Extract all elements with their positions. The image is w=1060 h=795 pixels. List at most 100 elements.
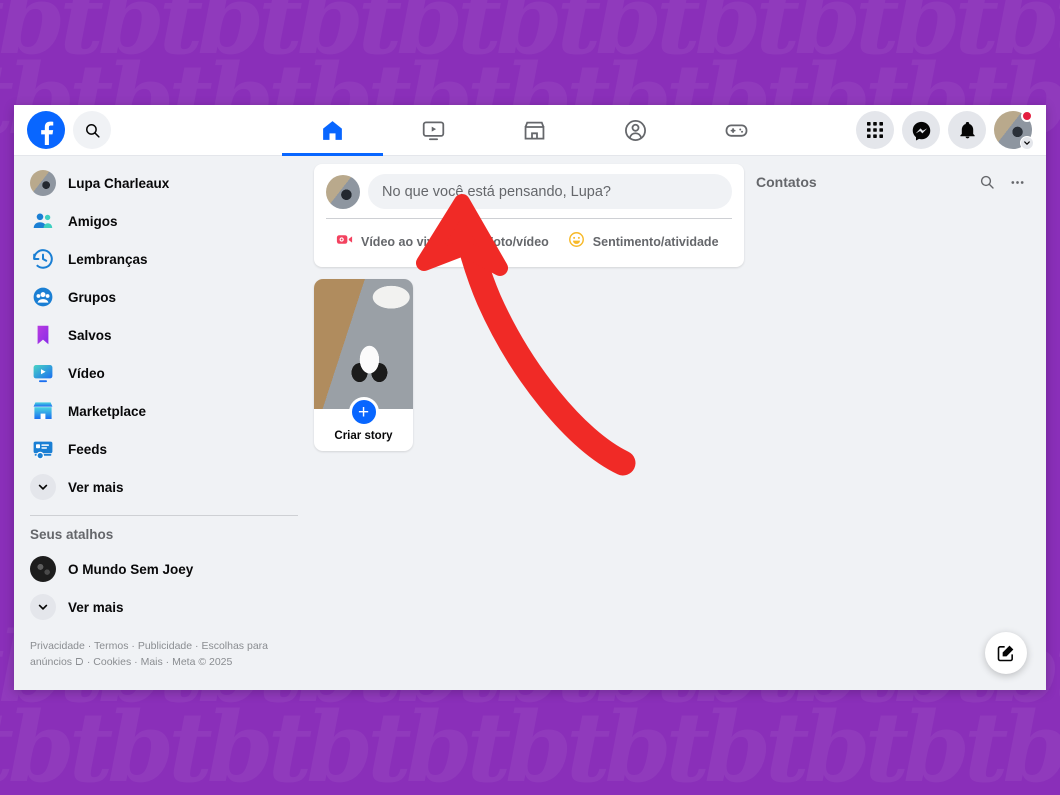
menu-grid-button[interactable] xyxy=(856,111,894,149)
footer-sep: · xyxy=(165,656,170,669)
nav-tab-video[interactable] xyxy=(383,105,484,156)
composer-divider xyxy=(326,218,732,219)
sidebar-see-more-button[interactable]: Ver mais xyxy=(22,468,306,506)
right-sidebar: Contatos xyxy=(744,156,1046,690)
messenger-icon xyxy=(912,121,930,141)
photo-video-icon xyxy=(460,230,479,254)
user-avatar xyxy=(30,170,56,196)
footer-link-more[interactable]: Mais xyxy=(141,656,163,668)
sidebar-item-video[interactable]: Vídeo xyxy=(22,354,306,392)
footer-sep: · xyxy=(86,656,91,669)
composer-action-row: Vídeo ao vivo Foto/vídeo Sentimento/ativ… xyxy=(326,223,732,261)
nav-tab-gaming[interactable] xyxy=(686,105,787,156)
composer-action-label: Foto/vídeo xyxy=(485,235,549,249)
notification-badge xyxy=(1021,110,1033,122)
account-avatar-button[interactable] xyxy=(994,110,1034,150)
composer-top-row xyxy=(326,174,732,209)
search-button[interactable] xyxy=(73,111,111,149)
footer-link-terms[interactable]: Termos xyxy=(94,640,128,652)
nav-tab-home[interactable] xyxy=(282,105,383,156)
sidebar-item-saved[interactable]: Salvos xyxy=(22,316,306,354)
page-avatar xyxy=(30,556,56,582)
sidebar-item-marketplace[interactable]: Marketplace xyxy=(22,392,306,430)
nav-tab-groups[interactable] xyxy=(585,105,686,156)
stories-tray: + Criar story xyxy=(314,279,744,451)
gaming-icon xyxy=(725,124,748,137)
feeds-icon xyxy=(30,436,56,462)
marketplace-store-icon xyxy=(30,398,56,424)
topbar-left-group xyxy=(14,111,276,149)
footer-sep: · xyxy=(131,640,135,652)
bell-icon xyxy=(959,121,975,138)
composer-action-live-video[interactable]: Vídeo ao vivo xyxy=(326,223,451,261)
left-sidebar: Lupa Charleaux Amigos Lembranças Grupos … xyxy=(14,156,314,690)
video-play-icon xyxy=(30,360,56,386)
notifications-button[interactable] xyxy=(948,111,986,149)
composer-action-photo-video[interactable]: Foto/vídeo xyxy=(451,223,558,261)
footer-sep: · xyxy=(195,640,199,652)
sidebar-item-label: Grupos xyxy=(68,289,117,305)
sidebar-shortcut-item[interactable]: O Mundo Sem Joey xyxy=(22,550,306,588)
contacts-more-button[interactable] xyxy=(1002,167,1032,197)
sidebar-item-label: Lembranças xyxy=(68,251,148,267)
live-video-icon xyxy=(335,230,354,254)
post-composer-card: Vídeo ao vivo Foto/vídeo xyxy=(314,164,744,267)
create-story-label: Criar story xyxy=(334,430,393,442)
top-navigation-bar xyxy=(14,105,1046,156)
topbar-nav-tabs xyxy=(276,105,856,156)
messenger-button[interactable] xyxy=(902,111,940,149)
contacts-search-button[interactable] xyxy=(972,167,1002,197)
chevron-down-icon xyxy=(1020,136,1034,150)
marketplace-icon xyxy=(524,121,545,140)
sidebar-item-label: Salvos xyxy=(68,327,112,343)
emoji-smiley-icon xyxy=(567,230,586,254)
sidebar-item-feeds[interactable]: Feeds xyxy=(22,430,306,468)
home-icon xyxy=(323,120,342,140)
composer-action-label: Vídeo ao vivo xyxy=(361,235,442,249)
sidebar-item-label: Lupa Charleaux xyxy=(68,175,170,191)
groups-icon xyxy=(30,284,56,310)
shortcuts-see-more-button[interactable]: Ver mais xyxy=(22,588,306,626)
memories-clock-icon xyxy=(30,246,56,272)
grid-menu-icon xyxy=(867,122,883,138)
shortcuts-heading: Seus atalhos xyxy=(30,527,114,542)
sidebar-item-groups[interactable]: Grupos xyxy=(22,278,306,316)
sidebar-item-label: Ver mais xyxy=(68,599,124,615)
sidebar-item-friends[interactable]: Amigos xyxy=(22,202,306,240)
sidebar-shortcut-label: O Mundo Sem Joey xyxy=(68,561,194,577)
sidebar-item-label: Ver mais xyxy=(68,479,124,495)
plus-icon: + xyxy=(348,397,379,427)
video-icon xyxy=(422,120,445,140)
floating-compose-button[interactable] xyxy=(985,632,1027,674)
composer-action-label: Sentimento/atividade xyxy=(592,235,719,249)
facebook-logo-icon[interactable] xyxy=(27,111,65,149)
create-story-card[interactable]: + Criar story xyxy=(314,279,413,451)
sidebar-divider xyxy=(30,515,298,516)
topbar-action-group xyxy=(856,110,1046,150)
friends-icon xyxy=(30,208,56,234)
more-horizontal-icon xyxy=(1010,180,1024,184)
sidebar-item-profile[interactable]: Lupa Charleaux xyxy=(22,164,306,202)
groups-icon xyxy=(625,119,646,141)
story-thumbnail xyxy=(314,279,413,409)
footer-copyright: Meta © 2025 xyxy=(172,656,233,669)
composer-input[interactable] xyxy=(368,174,732,209)
footer-link-cookies[interactable]: Cookies xyxy=(93,656,131,668)
chevron-down-icon xyxy=(30,474,56,500)
watermark-row: tbtbtbtbtbtbtbtbtbtbtbtbtbtbtbtb xyxy=(0,691,1060,795)
sidebar-item-label: Marketplace xyxy=(68,403,147,419)
bookmark-icon xyxy=(30,322,56,348)
main-content-area: Lupa Charleaux Amigos Lembranças Grupos … xyxy=(14,156,1046,690)
footer-sep: · xyxy=(134,656,138,669)
nav-tab-marketplace[interactable] xyxy=(484,105,585,156)
ad-choices-icon xyxy=(75,656,87,668)
footer-link-privacy[interactable]: Privacidade xyxy=(30,640,85,652)
contacts-header: Contatos xyxy=(756,168,1032,196)
sidebar-item-memories[interactable]: Lembranças xyxy=(22,240,306,278)
sidebar-item-label: Amigos xyxy=(68,213,118,229)
chevron-down-icon xyxy=(30,594,56,620)
footer-link-advertising[interactable]: Publicidade xyxy=(138,640,192,652)
center-feed-column: Vídeo ao vivo Foto/vídeo xyxy=(314,156,744,690)
contacts-title: Contatos xyxy=(756,174,817,190)
composer-action-feeling-activity[interactable]: Sentimento/atividade xyxy=(558,223,728,261)
